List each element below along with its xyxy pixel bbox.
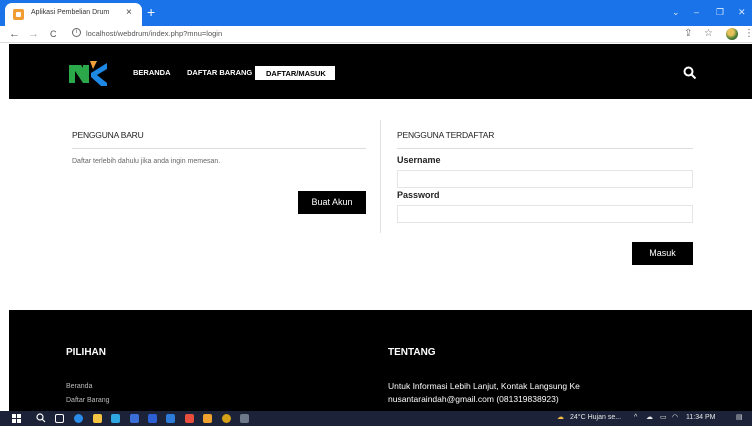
forward-icon[interactable]: → [28, 27, 39, 41]
nav-beranda[interactable]: BERANDA [133, 68, 171, 77]
mail-icon[interactable] [166, 414, 175, 423]
footer-link-daftar-barang[interactable]: Daftar Barang [66, 397, 110, 404]
login-button[interactable]: Masuk [632, 242, 693, 265]
windows-start-icon[interactable] [12, 414, 21, 423]
registered-user-title: PENGGUNA TERDAFTAR [397, 130, 495, 140]
registered-user-divider [397, 148, 693, 149]
tray-time[interactable]: 11:34 PM [686, 413, 715, 423]
minimize-icon[interactable]: – [694, 6, 699, 18]
footer-about-email: nusantaraindah@gmail.com (081319838923) [388, 394, 559, 404]
notification-icon[interactable]: ▤ [736, 413, 743, 423]
password-input[interactable] [397, 205, 693, 223]
share-icon[interactable]: ⇪ [684, 27, 692, 41]
word-icon[interactable] [148, 414, 157, 423]
app-icon-red[interactable] [185, 414, 194, 423]
file-explorer-icon[interactable] [93, 414, 102, 423]
new-user-divider [72, 148, 366, 149]
footer-about-line-1: Untuk Informasi Lebih Lanjut, Kontak Lan… [388, 381, 580, 391]
username-label: Username [397, 155, 441, 165]
search-icon[interactable] [683, 66, 697, 80]
tab-title: Aplikasi Pembelian Drum [31, 9, 110, 16]
favicon-icon [13, 9, 24, 20]
nav-daftar-barang[interactable]: DAFTAR BARANG [187, 68, 252, 77]
store-icon[interactable] [111, 414, 120, 423]
edge-browser-icon[interactable] [74, 414, 83, 423]
browser-tab-bar: Aplikasi Pembelian Drum × + ⌄ – ❐ ✕ [0, 0, 752, 26]
weather-status[interactable]: 24°C Hujan se... [570, 413, 621, 423]
browser-tab[interactable]: Aplikasi Pembelian Drum × [5, 3, 142, 26]
screen: Aplikasi Pembelian Drum × + ⌄ – ❐ ✕ ← → … [0, 0, 752, 426]
taskbar-search-icon[interactable] [36, 413, 46, 423]
bookmark-star-icon[interactable]: ☆ [704, 27, 713, 41]
password-label: Password [397, 190, 440, 200]
wifi-icon[interactable]: ◠ [672, 413, 678, 423]
tab-search-chevron-icon[interactable]: ⌄ [672, 6, 680, 18]
window-close-icon[interactable]: ✕ [738, 6, 746, 18]
chrome-icon[interactable] [222, 414, 231, 423]
windows-taskbar: ☁ 24°C Hujan se... ^ ☁ ▭ ◠ 11:34 PM ▤ [0, 411, 752, 426]
create-account-button[interactable]: Buat Akun [298, 191, 366, 214]
back-icon[interactable]: ← [9, 27, 20, 41]
task-view-icon[interactable] [55, 414, 64, 423]
battery-icon[interactable]: ▭ [660, 413, 667, 423]
site-logo[interactable] [69, 61, 107, 86]
column-divider [380, 120, 381, 233]
weather-icon: ☁ [557, 414, 564, 421]
footer-options-title: PILIHAN [66, 347, 106, 358]
site-header: BERANDA DAFTAR BARANG DAFTAR/MASUK [9, 44, 752, 99]
new-tab-icon[interactable]: + [147, 4, 155, 20]
app-icon-blue[interactable] [130, 414, 139, 423]
tab-close-icon[interactable]: × [126, 7, 132, 19]
site-info-icon[interactable]: i [72, 28, 81, 37]
maximize-icon[interactable]: ❐ [716, 6, 724, 18]
nav-daftar-masuk[interactable]: DAFTAR/MASUK [255, 66, 335, 80]
address-bar[interactable]: localhost/webdrum/index.php?mnu=login [86, 29, 222, 38]
onedrive-icon[interactable]: ☁ [646, 413, 653, 423]
browser-toolbar: ← → C i localhost/webdrum/index.php?mnu=… [0, 26, 752, 43]
tray-chevron-icon[interactable]: ^ [634, 413, 637, 423]
profile-avatar[interactable] [726, 28, 738, 40]
new-user-title: PENGGUNA BARU [72, 130, 144, 140]
footer-link-beranda[interactable]: Beranda [66, 383, 92, 390]
site-footer: PILIHAN Beranda Daftar Barang TENTANG Un… [9, 310, 752, 411]
browser-menu-icon[interactable]: ⋮ [744, 27, 752, 41]
username-input[interactable] [397, 170, 693, 188]
reload-icon[interactable]: C [50, 27, 57, 41]
new-user-description: Daftar terlebih dahulu jika anda ingin m… [72, 158, 221, 165]
footer-about-title: TENTANG [388, 347, 436, 358]
app-icon-gray[interactable] [240, 414, 249, 423]
nav-daftar-masuk-label: DAFTAR/MASUK [266, 69, 326, 78]
xampp-icon[interactable] [203, 414, 212, 423]
